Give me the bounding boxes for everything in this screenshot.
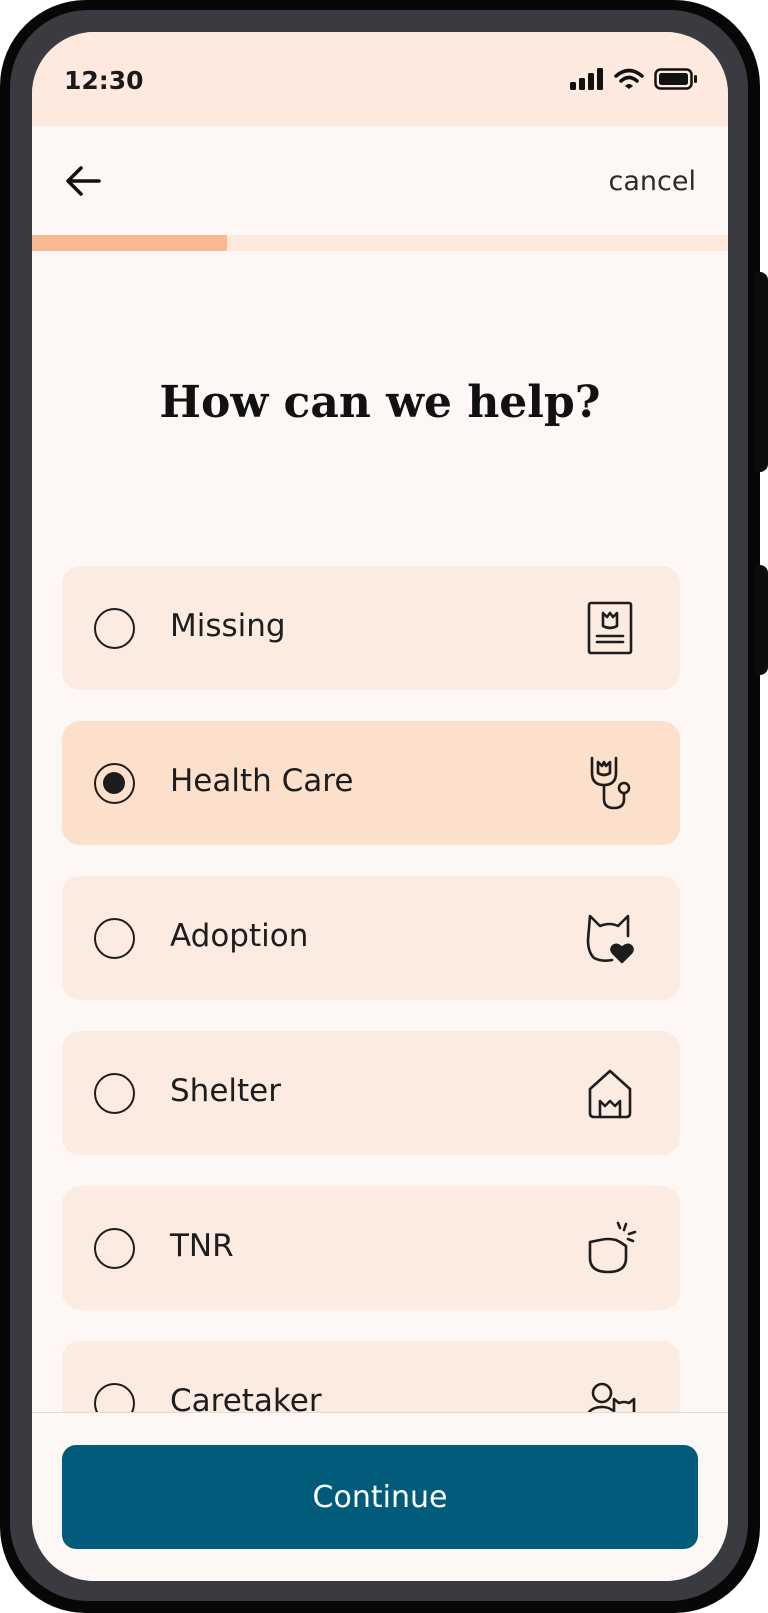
power-button	[755, 565, 768, 675]
top-navigation: cancel	[32, 126, 728, 232]
option-label: TNR	[170, 1228, 234, 1264]
option-tnr[interactable]: TNR	[62, 1186, 680, 1310]
battery-icon	[654, 68, 697, 90]
back-button[interactable]	[64, 164, 104, 198]
volume-button	[755, 272, 768, 472]
signal-icon	[570, 68, 603, 90]
radio-button-selected[interactable]	[94, 763, 135, 804]
stethoscope-icon	[590, 756, 631, 810]
radio-button[interactable]	[94, 918, 135, 959]
option-label: Shelter	[170, 1073, 281, 1109]
option-list: Missing Health Care Adoption Shelter TNR…	[62, 566, 680, 1496]
cancel-button[interactable]: cancel	[609, 166, 696, 197]
status-time: 12:30	[64, 66, 144, 95]
radio-button[interactable]	[94, 1228, 135, 1269]
missing-poster-icon	[587, 601, 633, 655]
progress-bar	[32, 235, 728, 251]
screen: 12:30 cancel How can we help? Missing He…	[32, 32, 728, 1581]
cat-heart-icon	[586, 914, 634, 964]
radio-button[interactable]	[94, 1073, 135, 1114]
bottom-bar: Continue	[32, 1412, 728, 1581]
option-adoption[interactable]: Adoption	[62, 876, 680, 1000]
page-title: How can we help?	[159, 377, 601, 428]
progress-fill	[32, 235, 227, 251]
option-label: Adoption	[170, 918, 309, 954]
radio-button[interactable]	[94, 608, 135, 649]
option-label: Missing	[170, 608, 286, 644]
option-label: Health Care	[170, 763, 354, 799]
ear-tip-cat-icon	[588, 1221, 637, 1274]
option-shelter[interactable]: Shelter	[62, 1031, 680, 1155]
continue-button[interactable]: Continue	[62, 1445, 698, 1549]
cat-house-icon	[588, 1069, 632, 1119]
wifi-icon	[614, 68, 644, 89]
status-bar: 12:30	[32, 32, 728, 126]
arrow-left-icon	[66, 166, 101, 196]
option-missing[interactable]: Missing	[62, 566, 680, 690]
status-icons	[570, 68, 698, 90]
option-health-care[interactable]: Health Care	[62, 721, 680, 845]
